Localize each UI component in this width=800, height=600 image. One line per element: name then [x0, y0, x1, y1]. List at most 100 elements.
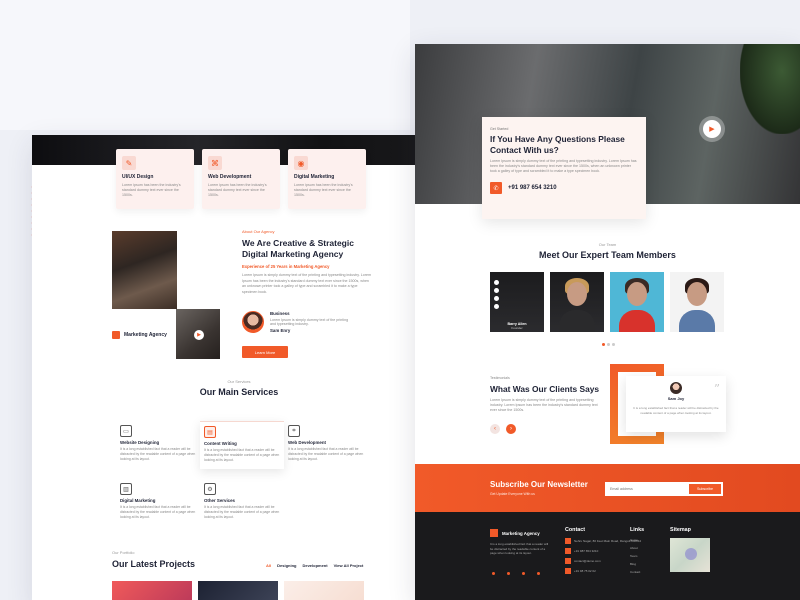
service-card-title: UI/UX Design — [122, 174, 154, 180]
project-thumb[interactable] — [284, 581, 364, 600]
team-member-card[interactable] — [670, 272, 724, 332]
contact-title: If You Have Any Questions Please Contact… — [490, 134, 625, 155]
contact-body: Lorem Ipsum is simply dummy text of the … — [490, 159, 637, 173]
twitter-icon[interactable] — [507, 572, 510, 575]
footer-link-about[interactable]: About — [630, 546, 644, 550]
fax-icon — [565, 568, 571, 574]
service-item[interactable]: ▭ Website Designing It is a long establi… — [116, 421, 200, 469]
service-desc: It is a long established fact that a rea… — [120, 505, 196, 519]
next-arrow-icon[interactable]: › — [506, 424, 516, 434]
services-kicker: Our Services — [227, 379, 251, 384]
instagram-icon[interactable] — [537, 572, 540, 575]
footer: Marketing Agency It is a long establishe… — [415, 512, 800, 600]
contact-card: Get Started If You Have Any Questions Pl… — [482, 117, 646, 219]
newsletter-sub: Get Update Everyone With us — [490, 492, 535, 496]
service-item[interactable]: ▤ Content Writing It is a long establish… — [200, 421, 284, 469]
filter-all[interactable]: All — [266, 563, 271, 568]
services-heading: Our Services Our Main Services — [32, 379, 446, 397]
testimonial-nav: ‹ › — [490, 424, 516, 434]
document-icon: ▤ — [204, 426, 216, 438]
team-member-card[interactable]: Barry Allen Founder — [490, 272, 544, 332]
service-item[interactable]: ⚙ Other Services It is a long establishe… — [200, 479, 284, 527]
portfolio-kicker: Our Portfolio — [112, 550, 135, 555]
service-card[interactable]: ⌘ Web Development Lorem ipsum has been t… — [202, 149, 280, 209]
project-thumb[interactable] — [198, 581, 278, 600]
contact-kicker: Get Started — [490, 127, 509, 131]
service-title: Content Writing — [204, 441, 237, 446]
team-members: Barry Allen Founder — [490, 272, 724, 332]
service-card-title: Web Development — [208, 174, 252, 180]
logo-icon — [112, 331, 120, 339]
about-title: We Are Creative & Strategic Digital Mark… — [242, 238, 354, 259]
service-title: Other Services — [204, 498, 235, 503]
about-subtitle: Experience of 25 Years in Marketing Agen… — [242, 264, 330, 269]
business-desc: Lorem Ipsum is simply dummy text of the … — [270, 318, 349, 326]
facebook-icon[interactable] — [492, 572, 495, 575]
left-page-preview: ✎ UI/UX Design Lorem ipsum has been the … — [32, 135, 446, 600]
testimonial-card: ” Sam Joy It is a long established fact … — [626, 376, 726, 432]
links-heading: Links — [630, 527, 645, 533]
footer-link-contact[interactable]: Contact — [630, 570, 644, 574]
subscribe-button[interactable]: Subscribe — [689, 484, 721, 494]
team-member-card[interactable] — [610, 272, 664, 332]
phone-cta[interactable]: ✆ +91 987 654 3210 — [490, 182, 638, 194]
facebook-icon[interactable] — [494, 280, 499, 285]
phone[interactable]: +91 987 654 3210 — [574, 549, 598, 553]
footer-desc: It is a long established fact that a rea… — [490, 542, 549, 555]
carousel-dots[interactable] — [602, 343, 615, 346]
location-icon — [565, 538, 571, 544]
play-icon[interactable]: ▶ — [194, 330, 204, 340]
service-desc: It is a long established fact that a rea… — [204, 505, 280, 519]
linkedin-icon[interactable] — [494, 304, 499, 309]
service-card-desc: Lorem ipsum has been the industry's stan… — [208, 183, 267, 197]
phone-2[interactable]: +91 98 75 02 02 — [574, 569, 596, 573]
business-title: Business — [270, 311, 290, 316]
phone-icon — [565, 548, 571, 554]
badge-label: Marketing Agency — [124, 332, 167, 338]
twitter-icon[interactable] — [494, 288, 499, 293]
instagram-icon[interactable] — [494, 296, 499, 301]
newsletter-form: Subscribe — [605, 482, 723, 496]
email-field[interactable] — [607, 487, 690, 491]
service-item[interactable]: ⌗ Web Development It is a long establish… — [284, 421, 368, 469]
social-icons — [494, 280, 499, 309]
linkedin-icon[interactable] — [522, 572, 525, 575]
service-item[interactable]: ▥ Digital Marketing It is a long establi… — [116, 479, 200, 527]
business-block: Business Lorem Ipsum is simply dummy tex… — [242, 311, 350, 333]
learn-more-button[interactable]: Learn More — [242, 346, 288, 358]
agency-badge: Marketing Agency — [112, 331, 167, 339]
service-desc: It is a long established fact that a rea… — [288, 447, 364, 461]
portfolio-thumbnails — [112, 581, 364, 600]
testimonial-quote: It is a long established fact that a rea… — [633, 406, 719, 415]
footer-link-blog[interactable]: Blog — [630, 562, 644, 566]
project-thumb[interactable] — [112, 581, 192, 600]
testimonials-body: Lorem Ipsum is simply dummy text of the … — [490, 398, 598, 412]
testimonials-title: What Was Our Clients Says — [490, 384, 600, 394]
right-page-preview: ▶ Get Started If You Have Any Questions … — [415, 44, 800, 600]
code-icon: ⌘ — [208, 156, 222, 170]
chart-icon: ▥ — [120, 483, 132, 495]
service-card-desc: Lorem ipsum has been the industry's stan… — [294, 183, 353, 197]
monitor-icon: ▭ — [120, 425, 132, 437]
play-icon[interactable]: ▶ — [703, 120, 721, 138]
map-widget[interactable] — [670, 538, 710, 572]
filter-development[interactable]: Development — [302, 563, 327, 568]
phone-number: +91 987 654 3210 — [508, 185, 557, 191]
email[interactable]: contact@demo.com — [574, 559, 601, 563]
newsletter-section: Subscribe Our Newsletter Get Update Ever… — [415, 464, 800, 512]
service-card[interactable]: ✎ UI/UX Design Lorem ipsum has been the … — [116, 149, 194, 209]
testimonials-heading: Testimonials What Was Our Clients Says L… — [490, 376, 605, 413]
prev-arrow-icon[interactable]: ‹ — [490, 424, 500, 434]
footer-link-home[interactable]: Home — [630, 538, 644, 542]
footer-link-team[interactable]: Team — [630, 554, 644, 558]
filter-designing[interactable]: Designing — [277, 563, 296, 568]
service-card[interactable]: ◉ Digital Marketing Lorem ipsum has been… — [288, 149, 366, 209]
mail-icon — [565, 558, 571, 564]
view-all-link[interactable]: View All Project — [334, 563, 364, 568]
service-desc: It is a long established fact that a rea… — [204, 448, 280, 462]
team-member-card[interactable] — [550, 272, 604, 332]
member-role: Founder — [511, 326, 523, 330]
portfolio-filters: All Designing Development View All Proje… — [266, 563, 363, 568]
sitemap-heading: Sitemap — [670, 527, 691, 533]
service-title: Digital Marketing — [120, 498, 156, 503]
